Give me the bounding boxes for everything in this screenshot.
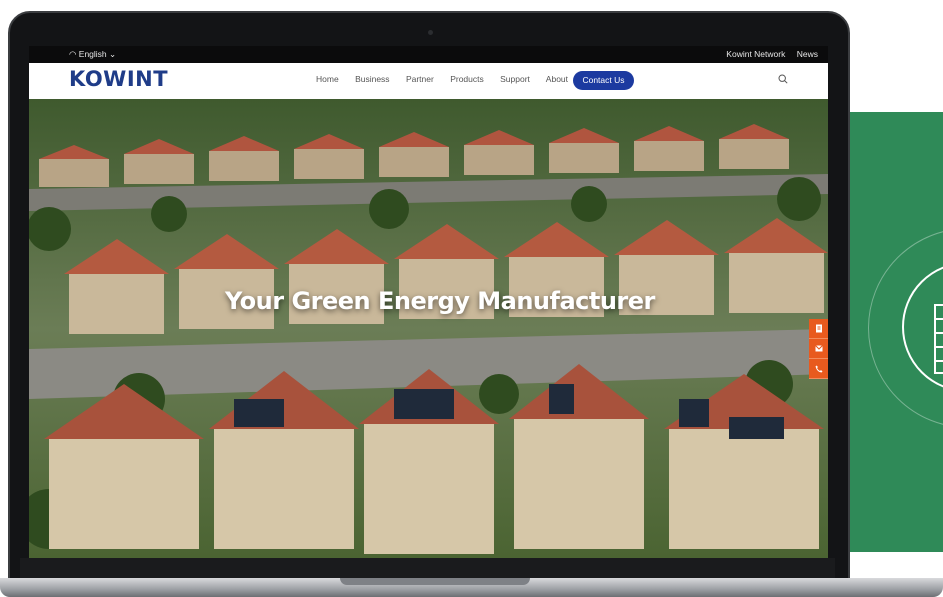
- nav-item-about[interactable]: About: [546, 74, 568, 84]
- floating-contact-buttons: [809, 319, 828, 379]
- laptop-screen: ◠ English ⌄ Kowint Network News KOWINT H…: [29, 46, 828, 558]
- nav-item-partner[interactable]: Partner: [406, 74, 434, 84]
- mail-icon[interactable]: [809, 339, 828, 359]
- chevron-down-icon: ⌄: [106, 49, 117, 59]
- stage: ◠ English ⌄ Kowint Network News KOWINT H…: [0, 0, 943, 597]
- phone-icon[interactable]: [809, 359, 828, 379]
- bezel-bottom: [20, 558, 835, 580]
- nav-item-home[interactable]: Home: [316, 74, 339, 84]
- top-link-news[interactable]: News: [797, 49, 818, 59]
- laptop-notch: [340, 578, 530, 585]
- neighborhood-aerial-image: [29, 99, 828, 558]
- search-icon[interactable]: [778, 74, 788, 84]
- top-link-network[interactable]: Kowint Network: [726, 49, 785, 59]
- top-bar: ◠ English ⌄ Kowint Network News: [29, 46, 828, 63]
- language-label: English: [78, 49, 107, 59]
- top-links: Kowint Network News: [717, 46, 818, 63]
- language-selector[interactable]: ◠ English ⌄: [69, 46, 116, 63]
- main-navbar: KOWINT Home Business Partner Products Su…: [29, 63, 828, 99]
- globe-icon: ◠: [69, 49, 79, 59]
- nav-item-support[interactable]: Support: [500, 74, 530, 84]
- main-menu: Home Business Partner Products Support A…: [316, 74, 582, 84]
- document-icon[interactable]: [809, 319, 828, 339]
- camera-icon: [428, 30, 433, 35]
- nav-item-business[interactable]: Business: [355, 74, 390, 84]
- hero-banner: Your Green Energy Manufacturer: [29, 99, 828, 558]
- hero-title: Your Green Energy Manufacturer: [225, 287, 655, 315]
- nav-item-products[interactable]: Products: [450, 74, 484, 84]
- contact-us-button[interactable]: Contact Us: [573, 71, 634, 90]
- brand-logo[interactable]: KOWINT: [69, 67, 168, 91]
- solar-panel-icon: [934, 304, 943, 374]
